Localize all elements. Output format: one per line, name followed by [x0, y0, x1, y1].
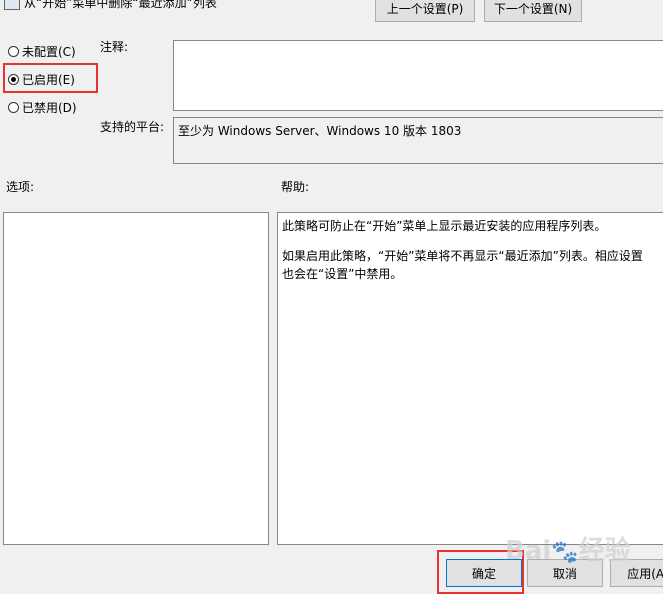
- help-paragraph: 此策略可防止在“开始”菜单上显示最近安装的应用程序列表。: [282, 219, 607, 233]
- help-paragraph: 如果启用此策略，“开始”菜单将不再显示“最近添加”列表。相应设置: [282, 249, 643, 263]
- next-setting-button[interactable]: 下一个设置(N): [484, 0, 582, 22]
- previous-setting-button[interactable]: 上一个设置(P): [375, 0, 475, 22]
- help-text: 此策略可防止在“开始”菜单上显示最近安装的应用程序列表。 如果启用此策略，“开始…: [278, 213, 663, 287]
- watermark-logo: Bai🐾经验: [505, 536, 631, 566]
- radio-label: 未配置(C): [22, 45, 76, 59]
- options-label: 选项:: [6, 180, 35, 194]
- radio-disabled[interactable]: 已禁用(D): [8, 99, 77, 116]
- highlight-box-enabled: [3, 63, 98, 93]
- radio-button[interactable]: [8, 46, 19, 57]
- radio-label: 已禁用(D): [22, 101, 77, 115]
- help-panel[interactable]: 此策略可防止在“开始”菜单上显示最近安装的应用程序列表。 如果启用此策略，“开始…: [277, 212, 663, 545]
- help-paragraph: 也会在“设置”中禁用。: [282, 267, 403, 281]
- policy-icon: [4, 0, 20, 10]
- radio-not-configured[interactable]: 未配置(C): [8, 43, 76, 60]
- help-label: 帮助:: [281, 180, 310, 194]
- comment-label: 注释:: [100, 40, 129, 54]
- platform-field: 至少为 Windows Server、Windows 10 版本 1803: [173, 117, 663, 164]
- platform-value: 至少为 Windows Server、Windows 10 版本 1803: [178, 124, 462, 138]
- platform-label: 支持的平台:: [100, 120, 165, 134]
- options-panel[interactable]: [3, 212, 269, 545]
- comment-textarea[interactable]: [173, 40, 663, 111]
- window-title: 从“开始”菜单中删除“最近添加”列表: [24, 0, 217, 10]
- radio-button[interactable]: [8, 102, 19, 113]
